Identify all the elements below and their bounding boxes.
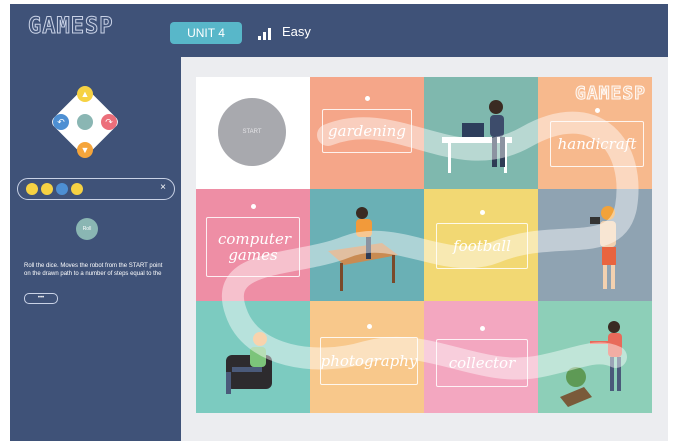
top-bar: GAMESP UNIT 4 Easy <box>10 4 668 57</box>
game-window: GAMESP UNIT 4 Easy ▲ ↶ ↷ ▼ × Roll Roll t… <box>10 4 668 441</box>
sign-hook <box>480 326 485 331</box>
person-reading <box>226 332 272 394</box>
board-tile[interactable] <box>538 189 652 301</box>
roll-button[interactable]: Roll <box>76 218 98 240</box>
hobby-sign: computer games <box>206 204 300 277</box>
hobby-sign: football <box>436 210 528 269</box>
sign-hook <box>365 96 370 101</box>
board-tile[interactable]: START <box>196 77 310 189</box>
sign-hook <box>595 108 600 113</box>
more-button[interactable]: ••• <box>24 293 58 304</box>
board-tile[interactable]: gardening <box>310 77 424 189</box>
sign-hook <box>480 210 485 215</box>
sign-label: gardening <box>328 122 406 140</box>
hobby-sign: handicraft <box>550 108 644 167</box>
clear-sequence-button[interactable]: × <box>160 182 166 193</box>
turn-left-icon[interactable]: ↶ <box>53 114 69 130</box>
person-with-camera <box>590 206 616 289</box>
sign-label: football <box>453 237 511 255</box>
sign-label: photography <box>320 352 418 370</box>
direction-pad: ▲ ↶ ↷ ▼ <box>48 85 122 159</box>
instructions-text: Roll the dice. Moves the robot from the … <box>24 263 163 277</box>
board-tile[interactable]: collector <box>424 301 538 413</box>
control-panel: ▲ ↶ ↷ ▼ × Roll Roll the dice. Moves the … <box>10 57 181 441</box>
hobby-sign: gardening <box>322 96 412 153</box>
arrow-up-icon[interactable]: ▲ <box>77 86 93 102</box>
sign-hook <box>367 324 372 329</box>
board-tile[interactable] <box>538 301 652 413</box>
game-board: START gardening GAMESP handicraft comput… <box>196 77 652 413</box>
yellow-command-icon <box>26 183 38 195</box>
center-icon[interactable] <box>77 114 93 130</box>
command-sequence[interactable]: × <box>17 178 175 200</box>
board-tile[interactable]: football <box>424 189 538 301</box>
board-tile[interactable] <box>424 77 538 189</box>
arrow-down-icon[interactable]: ▼ <box>77 142 93 158</box>
person-at-laptop <box>442 100 512 173</box>
turn-right-icon[interactable]: ↷ <box>101 114 117 130</box>
gamesp-logo: GAMESP <box>27 14 114 40</box>
hobby-sign: collector <box>436 326 528 387</box>
sign-label: handicraft <box>557 135 637 153</box>
signal-bars-icon <box>258 26 271 40</box>
yellow-command-icon <box>71 183 83 195</box>
board-tile[interactable] <box>196 301 310 413</box>
person-gardening <box>560 321 622 407</box>
board-tile[interactable] <box>310 189 424 301</box>
sign-label: computer games <box>218 230 291 264</box>
unit-selector[interactable]: UNIT 4 <box>170 22 242 44</box>
yellow-command-icon <box>41 183 53 195</box>
start-circle[interactable]: START <box>218 98 286 166</box>
person-building <box>328 207 398 291</box>
hobby-sign: photography <box>320 324 418 385</box>
sign-hook <box>251 204 256 209</box>
board-tile[interactable]: GAMESP handicraft <box>538 77 652 189</box>
board-tile[interactable]: computer games <box>196 189 310 301</box>
blue-command-icon <box>56 183 68 195</box>
sign-label: collector <box>448 354 516 372</box>
difficulty-label[interactable]: Easy <box>282 24 311 39</box>
board-tile[interactable]: photography <box>310 301 424 413</box>
gamesp-logo: GAMESP <box>574 83 646 105</box>
